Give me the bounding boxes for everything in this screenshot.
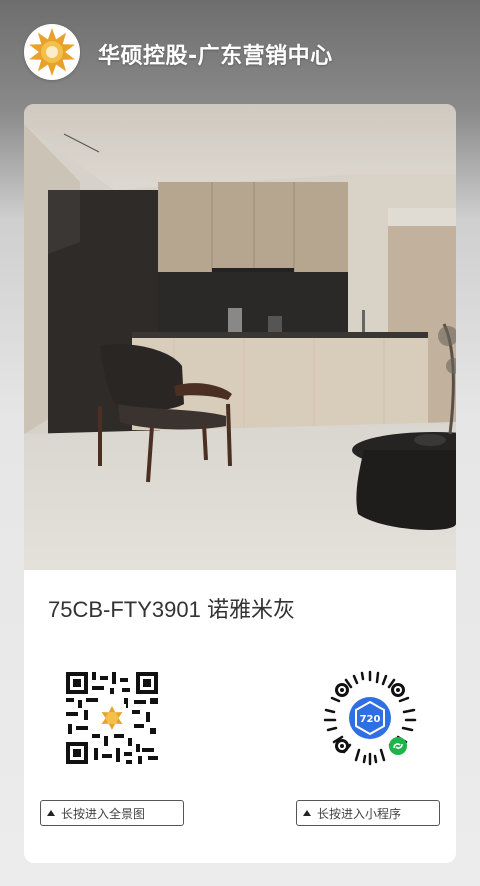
page-title: 华硕控股-广东营销中心 xyxy=(98,44,333,69)
product-card: 75CB-FTY3901 诺雅米灰 720 长按进入全景图 长按进入小程序 xyxy=(24,104,456,863)
miniprogram-badge: 720 xyxy=(360,714,381,725)
panorama-button[interactable]: 长按进入全景图 xyxy=(40,800,184,826)
room-photo[interactable] xyxy=(24,104,456,570)
panorama-button-label: 长按进入全景图 xyxy=(61,806,146,821)
brand-logo xyxy=(24,24,80,80)
miniprogram-button-label: 长按进入小程序 xyxy=(317,806,402,821)
product-name: 75CB-FTY3901 诺雅米灰 xyxy=(48,597,295,622)
caret-up-icon xyxy=(303,810,311,816)
panorama-qr-code[interactable] xyxy=(62,668,162,768)
miniprogram-button[interactable]: 长按进入小程序 xyxy=(296,800,440,826)
caret-up-icon xyxy=(47,810,55,816)
sun-logo-icon xyxy=(29,28,75,76)
miniprogram-code[interactable]: 720 xyxy=(320,668,420,768)
header: 华硕控股-广东营销中心 xyxy=(0,0,480,104)
